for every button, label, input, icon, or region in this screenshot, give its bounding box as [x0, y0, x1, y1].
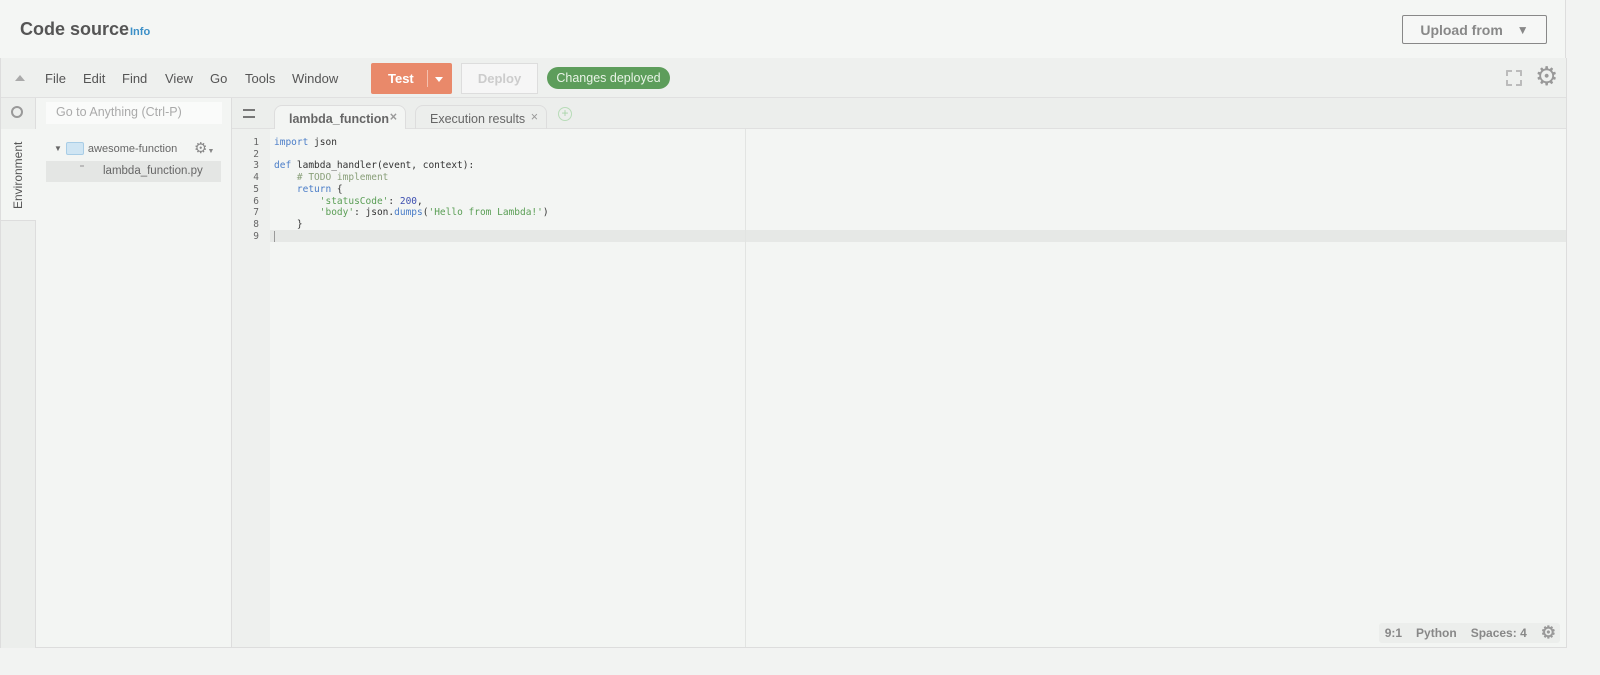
caret-down-icon: ▼ [1516, 22, 1529, 37]
expand-arrow-icon[interactable]: ▼ [54, 144, 62, 153]
code-token: import [274, 137, 309, 148]
tab-label: Execution results [430, 112, 526, 126]
environment-tab[interactable]: Environment [1, 129, 36, 221]
tab-list-icon[interactable] [243, 109, 255, 118]
code-comment: # TODO implement [274, 172, 389, 184]
close-icon[interactable]: × [531, 110, 538, 124]
tab-execution-results[interactable]: Execution results × [415, 105, 547, 129]
settings-gear-icon[interactable]: ⚙ [1535, 63, 1558, 89]
code-token: 'Hello from Lambda!' [428, 207, 543, 219]
tab-label: lambda_function [289, 112, 390, 126]
code-token: return [274, 183, 332, 195]
fullscreen-icon[interactable] [1506, 70, 1522, 86]
menu-edit[interactable]: Edit [83, 71, 105, 86]
ide: File Edit Find View Go Tools Window Test… [0, 58, 1567, 648]
page-title: Code source [20, 19, 130, 39]
line-numbers: 1 2 3 4 5 6 7 8 9 [232, 129, 270, 647]
menubar: File Edit Find View Go Tools Window Test… [1, 58, 1566, 98]
upload-label: Upload from [1420, 21, 1503, 38]
code-token: : [388, 195, 400, 207]
text-cursor [274, 230, 281, 242]
folder-gear-icon[interactable]: ⚙▼ [194, 139, 214, 157]
code-token: ) [542, 207, 549, 219]
folder-name: awesome-function [87, 142, 178, 155]
collapse-icon[interactable] [15, 75, 25, 81]
cursor-position[interactable]: 9:1 [1385, 626, 1402, 640]
menu-find[interactable]: Find [122, 71, 147, 86]
language-mode[interactable]: Python [1416, 626, 1457, 640]
test-button[interactable]: Test [371, 63, 452, 94]
print-margin [745, 129, 746, 647]
deploy-button[interactable]: Deploy [461, 63, 538, 94]
close-icon[interactable]: × [390, 110, 397, 124]
folder-row[interactable]: ▼ awesome-function [54, 142, 177, 155]
indent-setting[interactable]: Spaces: 4 [1471, 626, 1527, 640]
menu-go[interactable]: Go [210, 71, 227, 86]
editor: lambda_function × Execution results × + … [232, 98, 1566, 647]
add-tab-icon[interactable]: + [558, 107, 572, 121]
menu-view[interactable]: View [165, 71, 193, 86]
folder-icon [65, 142, 84, 155]
tab-lambda-function[interactable]: lambda_function × [274, 105, 406, 129]
code-token: { [331, 183, 343, 195]
test-dropdown-icon[interactable] [435, 77, 443, 82]
status-bar: 9:1 Python Spaces: 4 ⚙ [1378, 623, 1560, 643]
code-token: , [417, 195, 423, 207]
statusbar-gear-icon[interactable]: ⚙ [1541, 623, 1556, 643]
menu-window[interactable]: Window [292, 71, 338, 86]
code-token: json [308, 137, 337, 148]
code-token: 'body' [274, 207, 355, 219]
python-file-icon [80, 165, 84, 167]
code-token: lambda_handler(event, context): [291, 160, 475, 172]
code-token: def [274, 160, 292, 172]
go-to-anything-input[interactable]: Go to Anything (Ctrl-P) [46, 102, 222, 124]
code-token: 'statusCode' [274, 195, 389, 207]
status-badge: Changes deployed [547, 67, 670, 89]
upload-from-button[interactable]: Upload from ▼ [1402, 15, 1547, 44]
code-token: } [274, 218, 303, 230]
menu-tools[interactable]: Tools [245, 71, 275, 86]
search-icon[interactable] [11, 106, 23, 118]
code-token: 200 [399, 195, 418, 207]
code-source-header: Code source Info Upload from ▼ [0, 0, 1566, 58]
test-label: Test [388, 71, 414, 86]
file-row[interactable]: lambda_function.py [46, 161, 221, 182]
menu-file[interactable]: File [45, 71, 66, 86]
code-token: : json. [354, 207, 395, 219]
code-token: dumps [394, 207, 423, 219]
tab-bar: lambda_function × Execution results × + [232, 98, 1566, 129]
info-link[interactable]: Info [130, 26, 150, 38]
side-panel-tabs: Environment [1, 98, 36, 648]
code-area[interactable]: import json def lambda_handler(event, co… [274, 137, 549, 242]
file-name: lambda_function.py [103, 165, 203, 177]
environment-tab-label: Environment [11, 141, 25, 209]
file-tree: Go to Anything (Ctrl-P) ▼ awesome-functi… [36, 98, 232, 648]
